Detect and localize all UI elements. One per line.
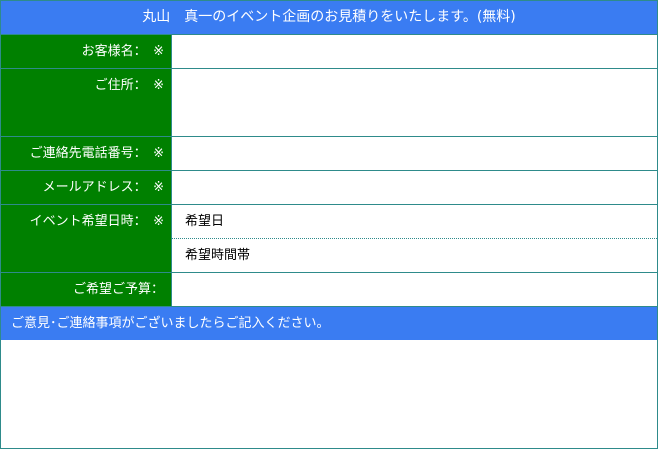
budget-row: ご希望ご予算： bbox=[1, 273, 657, 307]
email-row: メールアドレス： ※ bbox=[1, 171, 657, 205]
phone-row: ご連絡先電話番号： ※ bbox=[1, 137, 657, 171]
event-date-row: イベント希望日時： ※ 希望日 希望時間帯 bbox=[1, 205, 657, 273]
preferred-date-field[interactable]: 希望日 bbox=[172, 205, 657, 239]
preferred-time-field[interactable]: 希望時間帯 bbox=[172, 239, 657, 272]
comments-label: ご意見･ご連絡事項がございましたらご記入ください。 bbox=[1, 307, 657, 340]
estimate-form: 丸山 真一のイベント企画のお見積りをいたします。(無料) お客様名： ※ ご住所… bbox=[0, 0, 658, 449]
address-label: ご住所： ※ bbox=[1, 69, 171, 136]
event-date-label: イベント希望日時： ※ bbox=[1, 205, 171, 272]
form-title: 丸山 真一のイベント企画のお見積りをいたします。(無料) bbox=[1, 1, 657, 35]
address-input[interactable] bbox=[171, 69, 657, 136]
event-date-fields: 希望日 希望時間帯 bbox=[171, 205, 657, 272]
budget-label: ご希望ご予算： bbox=[1, 273, 171, 306]
email-input[interactable] bbox=[171, 171, 657, 204]
name-row: お客様名： ※ bbox=[1, 35, 657, 69]
comments-textarea[interactable] bbox=[1, 340, 657, 446]
name-input[interactable] bbox=[171, 35, 657, 68]
phone-label: ご連絡先電話番号： ※ bbox=[1, 137, 171, 170]
name-label: お客様名： ※ bbox=[1, 35, 171, 68]
budget-input[interactable] bbox=[171, 273, 657, 306]
email-label: メールアドレス： ※ bbox=[1, 171, 171, 204]
phone-input[interactable] bbox=[171, 137, 657, 170]
address-row: ご住所： ※ bbox=[1, 69, 657, 137]
